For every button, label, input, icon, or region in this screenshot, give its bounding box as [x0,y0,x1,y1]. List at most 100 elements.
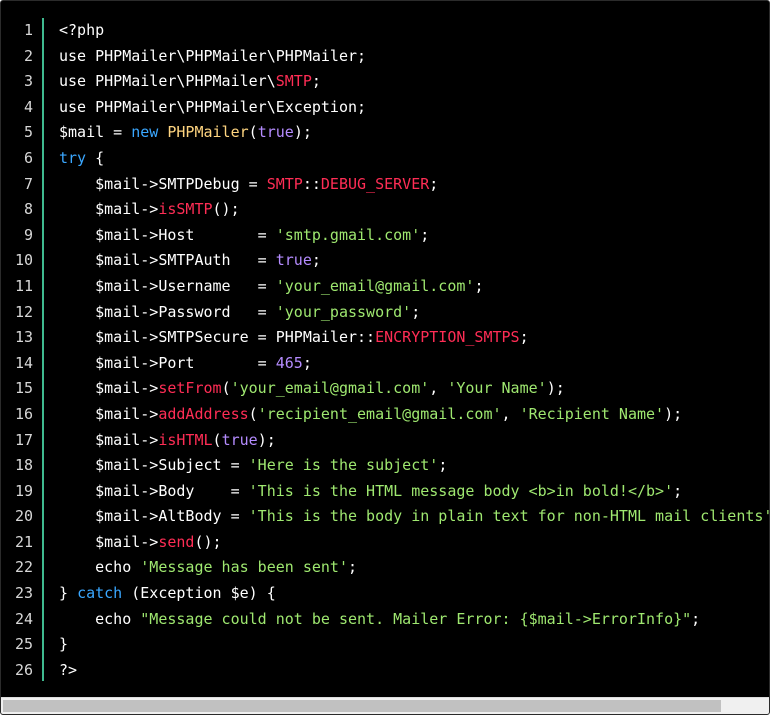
code-line[interactable]: <?php [59,18,769,44]
line-number: 17 [14,430,33,449]
code-token: addAddress [158,404,249,423]
code-line[interactable]: $mail->Body = 'This is the HTML message … [59,479,769,505]
code-line[interactable]: ?> [59,658,769,684]
line-number: 20 [14,507,33,526]
code-token: 'smtp.gmail.com' [275,225,421,244]
line-number: 7 [23,174,33,193]
code-token: 'your_email@gmail.com' [275,276,475,295]
code-token: true [221,430,258,449]
code-token: echo [59,558,141,577]
code-editor[interactable]: 1 2 3 4 5 6 7 8 9 10 11 12 13 14 15 16 17 18 19 20 21 22 23 24 2… [0,0,770,715]
code-token: } [59,584,78,603]
code-line[interactable]: $mail->addAddress('recipient_email@gmail… [59,402,769,428]
code-line[interactable]: $mail->SMTPDebug = SMTP::DEBUG_SERVER; [59,172,769,198]
code-line[interactable]: $mail->SMTPAuth = true; [59,248,769,274]
line-number: 16 [14,404,33,423]
code-line[interactable]: use PHPMailer\PHPMailer\SMTP; [59,69,769,95]
line-number: 23 [14,584,33,603]
code-line[interactable]: $mail->Username = 'your_email@gmail.com'… [59,274,769,300]
code-token: catch [77,584,123,603]
line-number: 11 [14,276,33,295]
code-token: $mail->SMTPDebug = [59,174,267,193]
code-token: 'your_email@gmail.com' [230,379,430,398]
line-number: 25 [14,635,33,654]
code-line[interactable]: $mail->isSMTP(); [59,197,769,223]
code-token: new [131,123,159,142]
code-token: PHPMailer [167,123,249,142]
code-line[interactable]: $mail = new PHPMailer(true); [59,120,769,146]
code-token: $mail->SMTPSecure = PHPMailer:: [59,328,376,347]
line-number: 9 [23,225,33,244]
code-token: DEBUG_SERVER [320,174,430,193]
line-number: 4 [23,97,33,116]
code-token: 'This is the body in plain text for non-… [248,507,770,526]
code-token: ; [311,251,321,270]
code-token: ; [474,276,484,295]
code-token: ); [257,430,276,449]
line-number: 26 [14,660,33,679]
code-token: ); [664,404,683,423]
code-token: $mail-> [59,532,159,551]
code-token: SMTP [266,174,303,193]
code-token: 'Message has been sent' [140,558,348,577]
code-token: 'Recipient Name' [519,404,665,423]
code-token: ; [429,174,439,193]
code-token: $mail->AltBody = [59,507,249,526]
horizontal-scrollbar[interactable] [1,697,769,714]
code-token: $mail->Password = [59,302,276,321]
code-token: ; [673,481,683,500]
code-token: try [59,148,87,167]
code-token: SMTP [275,72,312,91]
code-token: $mail->Username = [59,276,276,295]
line-number: 8 [23,200,33,219]
code-line[interactable]: echo 'Message has been sent'; [59,555,769,581]
code-token: ); [546,379,565,398]
code-token: $mail->Body = [59,481,249,500]
code-token: ; [302,353,312,372]
code-token: $mail-> [59,200,159,219]
code-token: use PHPMailer\PHPMailer\PHPMailer; [59,46,367,65]
line-number: 3 [23,72,33,91]
code-line[interactable]: echo "Message could not be sent. Mailer … [59,607,769,633]
line-number: 6 [23,148,33,167]
code-token: ; [411,302,421,321]
code-token: setFrom [158,379,222,398]
code-token: 465 [275,353,303,372]
code-token: "Message could not be sent. Mailer Error… [140,609,692,628]
code-area[interactable]: <?php use PHPMailer\PHPMailer\PHPMailer; u… [59,18,769,683]
code-line[interactable]: $mail->AltBody = 'This is the body in pl… [59,504,769,530]
code-token: use PHPMailer\PHPMailer\Exception; [59,97,367,116]
code-line[interactable]: use PHPMailer\PHPMailer\Exception; [59,95,769,121]
code-line[interactable]: $mail->send(); [59,530,769,556]
scrollbar-thumb[interactable] [3,700,721,712]
code-token: 'Here is the subject' [248,456,439,475]
code-token: $mail->Host = [59,225,276,244]
line-number: 15 [14,379,33,398]
code-line[interactable]: $mail->isHTML(true); [59,428,769,454]
code-line[interactable]: use PHPMailer\PHPMailer\PHPMailer; [59,44,769,70]
code-token: , [501,404,520,423]
code-token: isHTML [158,430,213,449]
code-line[interactable]: try { [59,146,769,172]
code-token: send [158,532,195,551]
code-token: :: [302,174,321,193]
code-line[interactable]: } catch (Exception $e) { [59,581,769,607]
code-line[interactable]: $mail->SMTPSecure = PHPMailer::ENCRYPTIO… [59,325,769,351]
code-line[interactable]: $mail->Host = 'smtp.gmail.com'; [59,223,769,249]
line-number: 19 [14,481,33,500]
code-token: ; [348,558,358,577]
code-line[interactable]: $mail->Subject = 'Here is the subject'; [59,453,769,479]
code-token: isSMTP [158,200,213,219]
code-token: ( [212,430,222,449]
code-line[interactable]: $mail->setFrom('your_email@gmail.com', '… [59,376,769,402]
code-line[interactable]: $mail->Port = 465; [59,351,769,377]
code-token: ( [248,123,258,142]
code-line[interactable]: $mail->Password = 'your_password'; [59,300,769,326]
line-number: 5 [23,123,33,142]
code-token: (); [212,200,240,219]
code-token: echo [59,609,141,628]
code-token: 'recipient_email@gmail.com' [257,404,502,423]
code-token: true [275,251,312,270]
code-line[interactable]: } [59,632,769,658]
code-token: 'Your Name' [447,379,547,398]
